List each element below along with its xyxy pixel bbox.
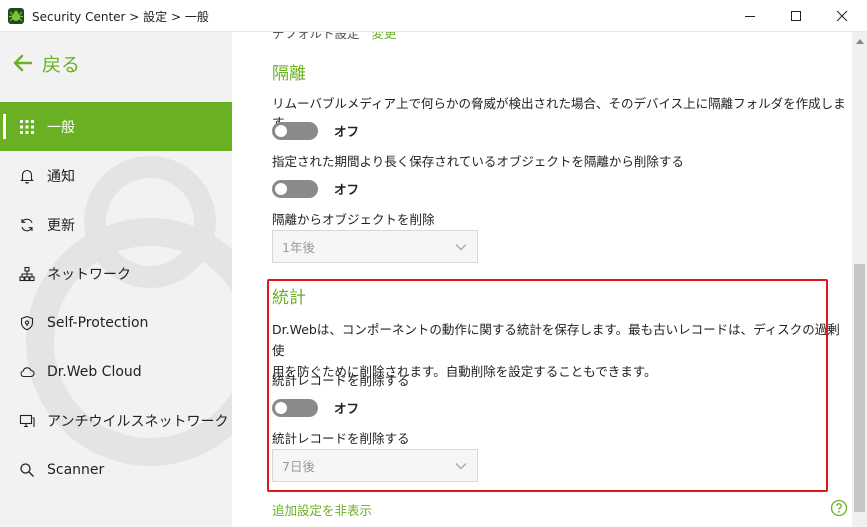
drweb-spider-icon — [8, 8, 24, 24]
removable-media-toggle-row: オフ — [272, 121, 359, 140]
network-icon — [17, 264, 37, 284]
sidebar-item-network[interactable]: ネットワーク — [0, 249, 232, 298]
back-label: 戻る — [42, 53, 81, 76]
sidebar-item-label: ネットワーク — [47, 266, 131, 283]
minimize-button[interactable] — [727, 0, 773, 32]
close-icon — [836, 10, 848, 22]
sidebar-item-drweb-cloud[interactable]: Dr.Web Cloud — [0, 347, 232, 396]
default-settings-row: デフォルト設定 変更 — [272, 32, 397, 42]
old-objects-toggle-state: オフ — [334, 182, 360, 197]
window-title: Security Center > 設定 > 一般 — [32, 10, 209, 24]
scroll-up-button[interactable] — [852, 32, 867, 49]
help-icon[interactable] — [830, 499, 848, 517]
sidebar-item-scanner[interactable]: Scanner — [0, 445, 232, 494]
minimize-icon — [745, 16, 755, 17]
change-link[interactable]: 変更 — [372, 32, 397, 41]
quarantine-delete-value: 1年後 — [282, 240, 315, 255]
quarantine-delete-select[interactable]: 1年後 — [272, 230, 478, 263]
quarantine-title: 隔離 — [272, 64, 306, 84]
sidebar-item-label: 通知 — [47, 168, 75, 185]
monitor-icon — [17, 411, 37, 431]
removable-media-toggle-state: オフ — [334, 124, 360, 139]
refresh-icon — [17, 215, 37, 235]
title-bar: Security Center > 設定 > 一般 — [0, 0, 867, 32]
sidebar-item-label: 一般 — [47, 119, 75, 136]
maximize-icon — [791, 11, 801, 21]
removable-media-toggle[interactable] — [272, 121, 318, 140]
search-icon — [17, 460, 37, 480]
arrow-left-icon — [13, 54, 33, 72]
close-button[interactable] — [819, 0, 865, 32]
back-button[interactable]: 戻る — [12, 50, 80, 76]
sidebar-item-general[interactable]: 一般 — [0, 102, 232, 151]
vertical-scrollbar[interactable] — [852, 32, 867, 527]
sidebar-item-label: Scanner — [47, 461, 105, 478]
grid-icon — [17, 117, 37, 137]
sidebar-item-label: アンチウイルスネットワーク — [47, 413, 229, 430]
quarantine-delete-label: 隔離からオブジェクトを削除 — [272, 212, 435, 227]
sidebar-item-antivirus-network[interactable]: アンチウイルスネットワーク — [0, 396, 232, 445]
old-objects-toggle-row: オフ — [272, 179, 359, 198]
triangle-up-icon — [855, 38, 864, 44]
shield-icon — [17, 313, 37, 333]
chevron-down-icon — [455, 244, 467, 251]
bell-icon — [17, 166, 37, 186]
cloud-icon — [17, 362, 37, 382]
hide-advanced-link[interactable]: 追加設定を非表示 — [272, 500, 372, 519]
sidebar-item-self-protection[interactable]: Self-Protection — [0, 298, 232, 347]
maximize-button[interactable] — [773, 0, 819, 32]
scroll-thumb[interactable] — [854, 264, 865, 512]
sidebar-item-update[interactable]: 更新 — [0, 200, 232, 249]
default-settings-label: デフォルト設定 — [272, 32, 360, 41]
old-objects-desc: 指定された期間より長く保存されているオブジェクトを隔離から削除する — [272, 154, 684, 169]
sidebar-item-label: Self-Protection — [47, 314, 149, 331]
sidebar: 戻る 一般 通知 更新 ネットワーク Self-Protection Dr.We… — [0, 32, 232, 527]
sidebar-item-label: 更新 — [47, 217, 75, 234]
sidebar-item-notifications[interactable]: 通知 — [0, 151, 232, 200]
sidebar-item-label: Dr.Web Cloud — [47, 363, 142, 380]
statistics-highlight-box — [267, 279, 828, 492]
old-objects-toggle[interactable] — [272, 179, 318, 198]
